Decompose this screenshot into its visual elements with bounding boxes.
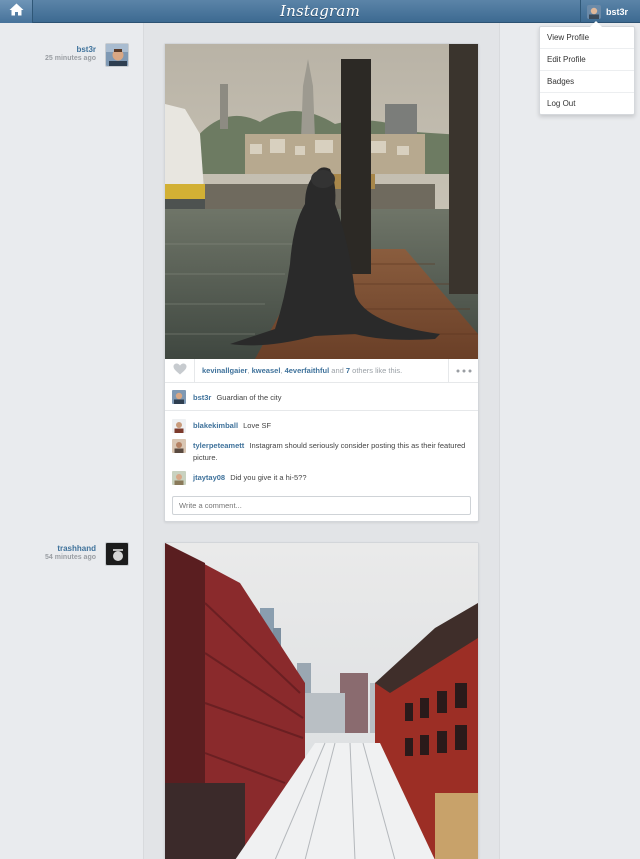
post-avatar[interactable]	[105, 43, 129, 67]
likes-and: and	[331, 366, 344, 375]
comment: tylerpeteamett Instagram should seriousl…	[172, 439, 472, 464]
comment-body: Did you give it a hi-5??	[230, 473, 307, 482]
header-username: bst3r	[606, 6, 629, 17]
avatar[interactable]	[172, 471, 186, 485]
likes-summary: kevinallgaier, kweasel, 4everfaithful an…	[202, 366, 403, 375]
post-meta: trashhand 54 minutes ago	[0, 542, 129, 570]
top-bar: Instagram bst3r	[0, 0, 640, 23]
heart-icon	[173, 362, 187, 380]
comment-username[interactable]: blakekimball	[193, 421, 238, 430]
caption-text: bst3r Guardian of the city	[193, 392, 281, 404]
like-button[interactable]	[165, 358, 195, 383]
post-card: kevinallgaier, kweasel, 4everfaithful an…	[164, 43, 479, 522]
comment-username[interactable]: jtaytay08	[193, 473, 225, 482]
home-button[interactable]	[0, 0, 33, 23]
avatar[interactable]	[172, 390, 186, 404]
comment-body: Love SF	[243, 421, 272, 430]
like-bar: kevinallgaier, kweasel, 4everfaithful an…	[165, 358, 478, 383]
instagram-logo: Instagram	[280, 2, 360, 20]
post-avatar[interactable]	[105, 542, 129, 566]
liker-link[interactable]: kweasel	[252, 366, 281, 375]
post-photo[interactable]	[165, 543, 478, 859]
home-icon	[9, 3, 24, 21]
comment-text: blakekimball Love SF	[193, 420, 271, 432]
menu-item-view-profile[interactable]: View Profile	[540, 27, 634, 49]
post-meta: bst3r 25 minutes ago	[0, 43, 129, 71]
caption-row: bst3r Guardian of the city	[165, 384, 478, 411]
comment-text: jtaytay08 Did you give it a hi-5??	[193, 472, 307, 484]
user-menu-button[interactable]: bst3r	[580, 0, 640, 23]
avatar[interactable]	[172, 419, 186, 433]
comment: jtaytay08 Did you give it a hi-5??	[172, 471, 472, 485]
post-timestamp: 25 minutes ago	[45, 55, 96, 62]
comment: blakekimball Love SF	[172, 419, 472, 433]
menu-item-badges[interactable]: Badges	[540, 71, 634, 93]
liker-link[interactable]: kevinallgaier	[202, 366, 247, 375]
post-photo[interactable]	[165, 44, 478, 359]
caption-username[interactable]: bst3r	[193, 393, 211, 402]
user-dropdown-menu: View Profile Edit Profile Badges Log Out	[539, 21, 635, 115]
avatar[interactable]	[172, 439, 186, 453]
likes-others-count[interactable]: 7	[346, 366, 350, 375]
post-username[interactable]: trashhand	[57, 544, 96, 553]
avatar	[587, 4, 601, 19]
menu-item-log-out[interactable]: Log Out	[540, 93, 634, 115]
comment-text: tylerpeteamett Instagram should seriousl…	[193, 440, 472, 464]
caption-body: Guardian of the city	[216, 392, 282, 402]
more-icon	[456, 365, 472, 376]
comment-input[interactable]	[172, 496, 471, 515]
post-card	[164, 542, 479, 859]
post-timestamp: 54 minutes ago	[45, 554, 96, 561]
post-username[interactable]: bst3r	[76, 45, 96, 54]
menu-item-edit-profile[interactable]: Edit Profile	[540, 49, 634, 71]
liker-link[interactable]: 4everfaithful	[285, 366, 330, 375]
comment-username[interactable]: tylerpeteamett	[193, 441, 244, 450]
likes-suffix: others like this.	[352, 366, 403, 375]
more-options-button[interactable]	[448, 358, 478, 383]
